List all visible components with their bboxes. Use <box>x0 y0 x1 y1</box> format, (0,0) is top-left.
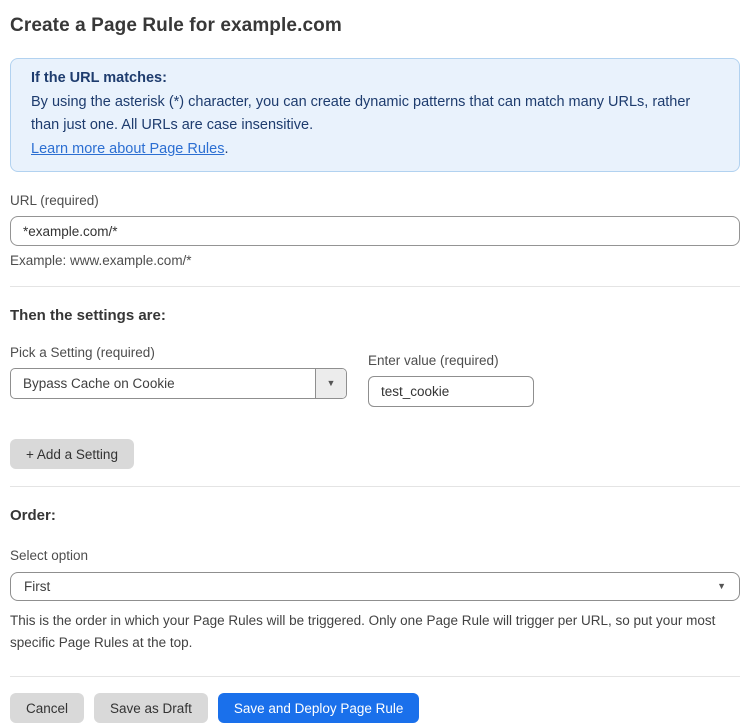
cancel-button[interactable]: Cancel <box>10 693 84 723</box>
pick-setting-dropdown-button[interactable]: ▼ <box>315 369 346 398</box>
page-title: Create a Page Rule for example.com <box>10 15 740 37</box>
info-box-body-text: By using the asterisk (*) character, you… <box>31 94 690 134</box>
info-box-heading: If the URL matches: <box>31 67 719 91</box>
url-input[interactable] <box>10 216 740 246</box>
save-as-draft-button[interactable]: Save as Draft <box>94 693 208 723</box>
url-field-label: URL (required) <box>10 193 740 208</box>
learn-more-page-rules-link[interactable]: Learn more about Page Rules <box>31 141 224 157</box>
order-select[interactable]: First ▼ <box>10 572 740 601</box>
pick-setting-select[interactable]: Bypass Cache on Cookie ▼ <box>10 368 347 399</box>
enter-value-label: Enter value (required) <box>368 353 534 368</box>
add-setting-button[interactable]: + Add a Setting <box>10 439 134 469</box>
url-matches-info-box: If the URL matches: By using the asteris… <box>10 58 740 172</box>
link-period: . <box>224 141 228 157</box>
url-example-helper: Example: www.example.com/* <box>10 253 740 268</box>
info-box-body: By using the asterisk (*) character, you… <box>31 91 719 138</box>
save-and-deploy-button[interactable]: Save and Deploy Page Rule <box>218 693 420 723</box>
footer-divider <box>10 676 740 677</box>
setting-value-input[interactable] <box>368 376 534 407</box>
pick-setting-label: Pick a Setting (required) <box>10 345 347 360</box>
pick-setting-column: Pick a Setting (required) Bypass Cache o… <box>10 324 347 399</box>
settings-section-heading: Then the settings are: <box>10 307 740 324</box>
order-section-heading: Order: <box>10 507 740 524</box>
chevron-down-icon: ▼ <box>327 379 336 388</box>
section-divider <box>10 486 740 487</box>
chevron-down-icon: ▼ <box>717 582 726 591</box>
pick-setting-selected-value: Bypass Cache on Cookie <box>11 369 315 398</box>
create-page-rule-form: Create a Page Rule for example.com If th… <box>0 15 750 723</box>
settings-row: Pick a Setting (required) Bypass Cache o… <box>10 324 740 407</box>
order-select-label: Select option <box>10 548 740 563</box>
info-box-link-line: Learn more about Page Rules. <box>31 138 719 162</box>
enter-value-column: Enter value (required) <box>368 324 534 407</box>
section-divider <box>10 286 740 287</box>
footer-actions: Cancel Save as Draft Save and Deploy Pag… <box>10 693 740 723</box>
order-selected-value: First <box>24 579 50 594</box>
order-helper-text: This is the order in which your Page Rul… <box>10 610 736 654</box>
